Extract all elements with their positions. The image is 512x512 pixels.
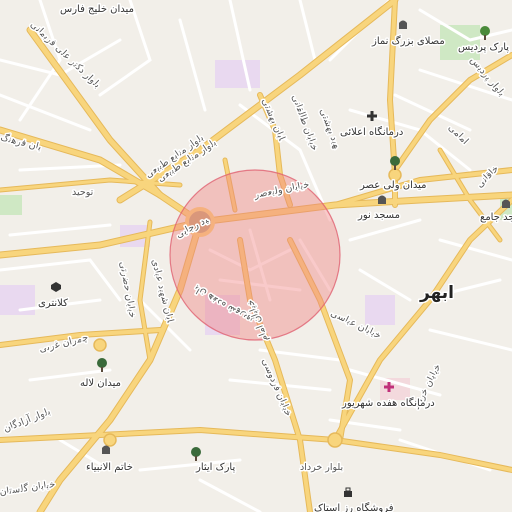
svg-text:مصلای بزرگ نماز: مصلای بزرگ نماز [371,34,445,47]
mosque-icon [102,445,110,454]
road-label: توحید [72,187,94,198]
svg-text:کلانتری: کلانتری [38,298,68,309]
poi-khalij-fars[interactable]: میدان خلیج فارس [59,3,136,17]
city-label: ابهر [419,283,454,303]
poi-shop-rez[interactable]: فروشگاه رز استاک [313,487,395,512]
map-canvas[interactable]: بلوار منابع طبیعی بلوار منابع طبیعی بلوا… [0,0,512,512]
svg-text:فروشگاه رز استاک: فروشگاه رز استاک [314,502,394,512]
svg-text:خاتم الانبیاء: خاتم الانبیاء [86,462,133,473]
poi-police[interactable]: کلانتری [37,282,70,311]
shop-icon [344,487,352,497]
roundabout-laleh [93,338,107,352]
svg-text:درمانگاه اعلائی: درمانگاه اعلائی [340,126,403,138]
road-label: خیابان شهید عبادی [0,0,176,324]
roundabout-south [327,432,343,448]
road-label: بلوار خرداد [300,462,343,473]
svg-text:پارک ایثار: پارک ایثار [195,462,235,473]
svg-text:درمانگاه هفده شهریور: درمانگاه هفده شهریور [341,397,435,409]
svg-text:مسجد نور: مسجد نور [357,210,400,221]
map-view[interactable]: بلوار منابع طبیعی بلوار منابع طبیعی بلوا… [0,0,512,512]
roundabout-southwest [103,433,117,447]
svg-text:میدان لاله: میدان لاله [80,378,121,389]
police-icon [51,282,61,292]
mosque-icon [399,20,407,29]
road-label: بلوار آزادگان [2,406,52,435]
svg-text:پارک پردیس: پارک پردیس [458,42,509,53]
poi-masjed-jame[interactable]: مسجد جامع [479,199,512,225]
mosque-icon [378,195,386,204]
poi-mosalla[interactable]: مصلای بزرگ نماز [370,20,446,49]
tree-icon [191,447,201,461]
road-label: خاقانی [474,163,501,190]
svg-text:مسجد جامع: مسجد جامع [480,212,512,223]
svg-text:میدان خلیج فارس: میدان خلیج فارس [60,4,134,15]
hospital-cross-icon [367,111,377,121]
road-label: خیابان حضرتی [117,261,138,319]
mosque-icon [502,199,510,208]
svg-text:میدان ولی عصر: میدان ولی عصر [359,180,426,191]
